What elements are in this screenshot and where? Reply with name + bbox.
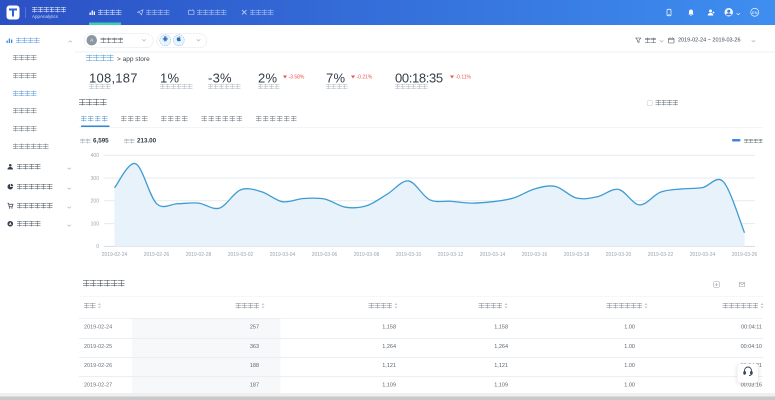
svg-text:2019-03-26: 2019-03-26 [732, 252, 758, 258]
svg-text:2019-02-26: 2019-02-26 [144, 252, 170, 258]
svg-text:2019-03-16: 2019-03-16 [522, 252, 548, 258]
svg-text:2019-03-22: 2019-03-22 [648, 252, 674, 258]
svg-text:EN: EN [752, 10, 758, 15]
svg-text:2019-03-14: 2019-03-14 [480, 252, 506, 258]
svg-text:2019-03-08: 2019-03-08 [354, 252, 380, 258]
svg-text:2019-03-06: 2019-03-06 [312, 252, 338, 258]
svg-text:2019-03-18: 2019-03-18 [564, 252, 590, 258]
svg-text:2019-03-04: 2019-03-04 [270, 252, 296, 258]
svg-text:2019-02-24: 2019-02-24 [102, 252, 128, 258]
svg-text:2019-03-02: 2019-03-02 [228, 252, 254, 258]
svg-text:400: 400 [91, 153, 100, 159]
svg-text:2019-03-12: 2019-03-12 [438, 252, 464, 258]
svg-text:2019-03-20: 2019-03-20 [606, 252, 632, 258]
svg-text:300: 300 [91, 176, 100, 182]
svg-text:2019-03-24: 2019-03-24 [690, 252, 716, 258]
svg-text:100: 100 [91, 221, 100, 227]
svg-text:200: 200 [91, 199, 100, 205]
svg-text:2019-03-10: 2019-03-10 [396, 252, 422, 258]
svg-text:2019-02-28: 2019-02-28 [186, 252, 212, 258]
svg-text:0: 0 [96, 244, 99, 250]
